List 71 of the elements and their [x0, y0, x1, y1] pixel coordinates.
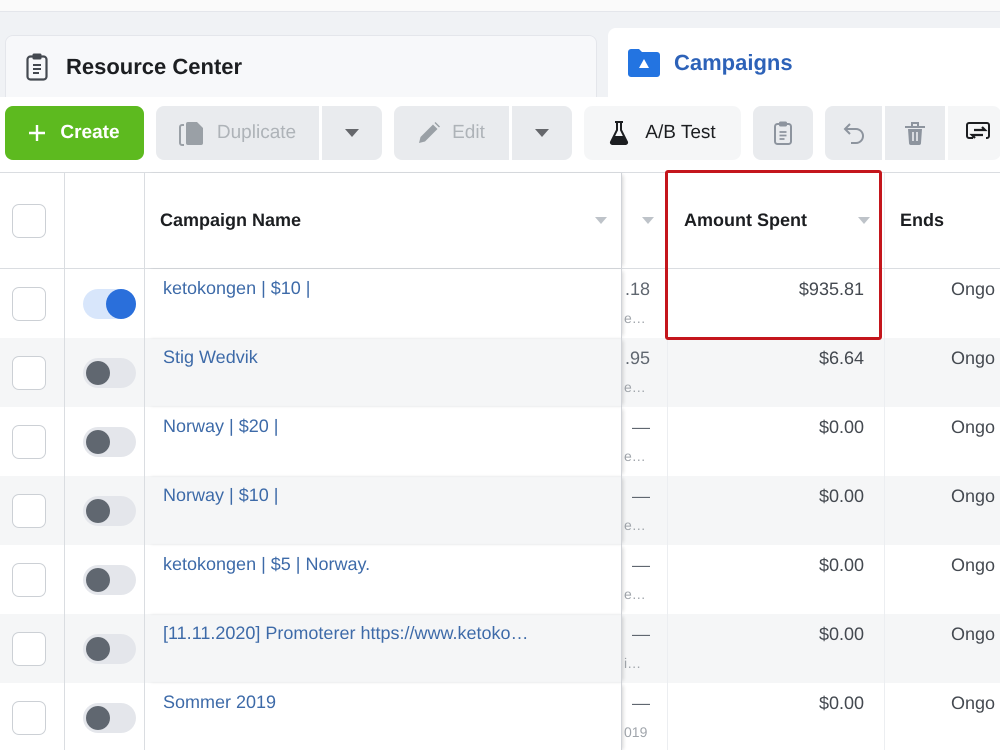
campaign-name-link[interactable]: Stig Wedvik [163, 347, 258, 367]
cell-subtext: i… [623, 655, 642, 671]
select-all-checkbox[interactable] [12, 204, 46, 238]
sort-caret-icon[interactable] [595, 217, 607, 224]
sort-caret-icon[interactable] [858, 217, 870, 224]
cell-subtext: e… [623, 448, 646, 464]
campaign-name-link[interactable]: Norway | $10 | [163, 485, 278, 505]
cell-value: — [632, 486, 651, 507]
column-header[interactable]: Amount Spent [684, 210, 807, 231]
toggle-switch[interactable] [83, 702, 136, 732]
amount-spent-cell: $935.81 [798, 279, 864, 299]
cell-subtext: e… [623, 586, 646, 602]
pencil-icon [418, 122, 440, 144]
end-date-cell: Ongo [951, 624, 996, 644]
amount-spent-cell: $6.64 [818, 348, 864, 368]
plus-icon [29, 125, 46, 141]
sort-caret-icon[interactable] [642, 217, 654, 224]
cell-value: — [632, 555, 651, 576]
toggle-switch[interactable] [83, 496, 136, 526]
row-checkbox[interactable] [12, 700, 46, 734]
row-checkbox[interactable] [12, 632, 46, 666]
campaign-name-link[interactable]: ketokongen | $5 | Norway. [163, 554, 370, 574]
end-date-cell: Ongo [951, 417, 996, 437]
toggle-switch[interactable] [83, 288, 136, 318]
row-checkbox[interactable] [12, 286, 46, 320]
cell-value: .95 [624, 348, 651, 369]
amount-spent-cell: $0.00 [818, 417, 864, 437]
row-checkbox[interactable] [12, 424, 46, 458]
end-date-cell: Ongo [951, 279, 996, 299]
toggle-switch[interactable] [83, 564, 136, 594]
caret-icon [345, 129, 359, 137]
toggle-switch[interactable] [83, 426, 136, 456]
folder-icon [628, 48, 660, 77]
amount-spent-cell: $0.00 [818, 693, 864, 713]
cell-value: — [632, 417, 651, 438]
amount-spent-cell: $0.00 [818, 555, 864, 575]
row-checkbox[interactable] [12, 562, 46, 596]
copy-icon [178, 120, 205, 146]
end-date-cell: Ongo [951, 348, 996, 368]
cell-value: .18 [624, 279, 651, 300]
end-date-cell: Ongo [951, 555, 996, 575]
cell-subtext: e… [623, 310, 646, 326]
cell-subtext: 019 [623, 724, 648, 740]
cell-subtext: e… [623, 379, 646, 395]
campaign-name-link[interactable]: Norway | $20 | [163, 416, 278, 436]
swap-button[interactable] [948, 106, 1000, 160]
campaign-name-link[interactable]: ketokongen | $10 | [163, 278, 310, 298]
cell-value: — [632, 624, 651, 645]
campaign-name-link[interactable]: Sommer 2019 [163, 692, 276, 712]
end-date-cell: Ongo [951, 486, 996, 506]
row-checkbox[interactable] [12, 494, 46, 528]
toggle-switch[interactable] [83, 358, 136, 388]
ab-test-button[interactable]: A/B Test [584, 106, 741, 160]
clipboard-icon [774, 121, 792, 145]
cell-subtext: e… [623, 517, 646, 533]
amount-spent-cell: $0.00 [818, 624, 864, 644]
end-date-cell: Ongo [951, 693, 996, 713]
trash-icon [905, 122, 925, 144]
caret-icon [535, 129, 549, 137]
campaign-name-link[interactable]: [11.11.2020] Promoterer https://www.ketoko… [163, 623, 529, 643]
row-checkbox[interactable] [12, 356, 46, 390]
tab[interactable]: Campaigns [608, 28, 1000, 97]
amount-spent-cell: $0.00 [818, 486, 864, 506]
flask-icon [609, 121, 630, 145]
tab[interactable]: Resource Center [5, 35, 597, 97]
cell-value: — [632, 693, 651, 714]
column-header[interactable]: Campaign Name [160, 210, 302, 231]
undo-icon [842, 122, 864, 144]
column-header[interactable]: Ends [900, 210, 944, 231]
clipboard-icon [26, 52, 48, 80]
toggle-switch[interactable] [83, 634, 136, 664]
